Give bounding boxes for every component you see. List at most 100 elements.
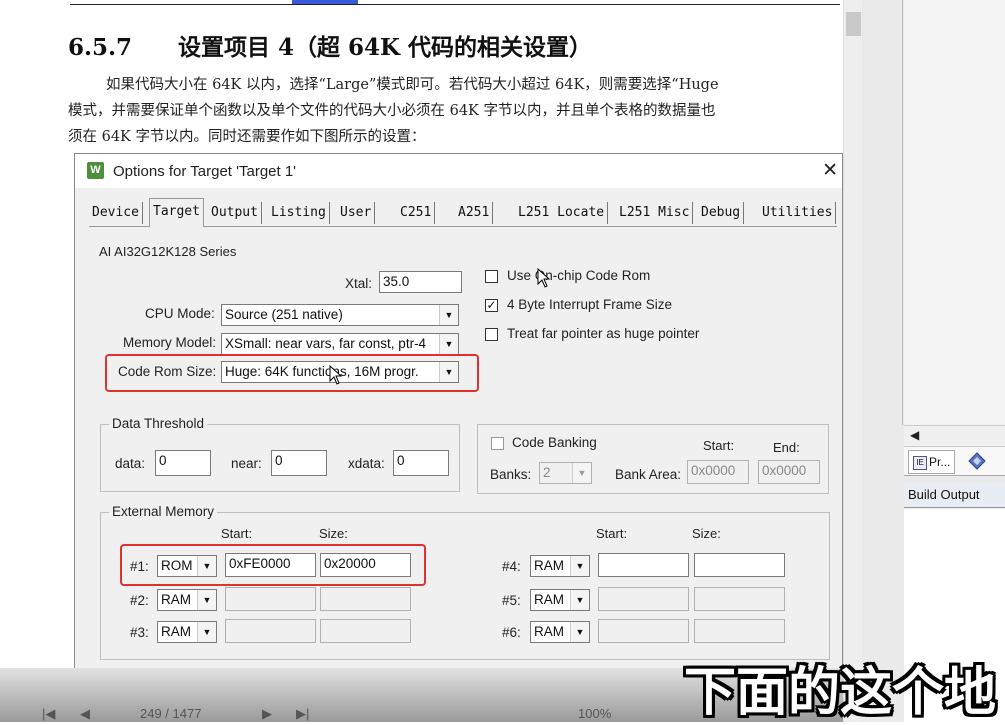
header-link-underline bbox=[292, 0, 358, 4]
dialog-tabs: Device Target Output Listing User C251 A… bbox=[89, 198, 837, 227]
ext-size-label-left: Size: bbox=[319, 526, 348, 541]
ext-row-3-label: #3: bbox=[130, 625, 149, 640]
project-icon: IE bbox=[913, 455, 927, 470]
ext-start-label-right: Start: bbox=[596, 526, 628, 541]
build-output-header: Build Output bbox=[904, 482, 1005, 508]
tab-l251-locate[interactable]: L251 Locate bbox=[515, 202, 609, 224]
ext-row-3-size-input[interactable] bbox=[320, 619, 411, 643]
ext-row-2-start-input[interactable] bbox=[225, 587, 316, 611]
last-page-icon[interactable]: ▶| bbox=[296, 706, 309, 722]
scrollbar-thumb[interactable] bbox=[846, 12, 861, 36]
tab-l251-misc[interactable]: L251 Misc bbox=[616, 202, 694, 224]
bank-area-label: Bank Area: bbox=[615, 467, 682, 482]
paragraph-line-2: 模式，并需要保证单个函数以及单个文件的代码大小必须在 64K 字节以内，并且单个… bbox=[68, 103, 716, 119]
ext-row-4-size-input[interactable] bbox=[694, 553, 785, 577]
tab-c251[interactable]: C251 bbox=[397, 202, 436, 224]
tab-a251[interactable]: A251 bbox=[455, 202, 494, 224]
use-on-chip-rom-checkbox[interactable] bbox=[485, 270, 498, 283]
options-dialog: W Options for Target 'Target 1' ✕ Device… bbox=[74, 153, 843, 683]
device-name: AI AI32G12K128 Series bbox=[99, 244, 237, 259]
xtal-input[interactable]: 35.0 bbox=[379, 271, 462, 293]
ext-row-5-label: #5: bbox=[502, 593, 521, 608]
ext-row-5-start-input[interactable] bbox=[598, 587, 689, 611]
scroll-left-icon[interactable]: ◀ bbox=[910, 428, 919, 442]
banks-value: 2 bbox=[543, 465, 551, 480]
panel-tabs: IE Pr... bbox=[904, 447, 1005, 476]
ext-row-4-type: RAM bbox=[534, 558, 564, 573]
xdata-label: xdata: bbox=[348, 456, 385, 471]
data-threshold-title: Data Threshold bbox=[109, 416, 208, 431]
tab-listing[interactable]: Listing bbox=[268, 202, 330, 224]
dialog-titlebar: W Options for Target 'Target 1' ✕ bbox=[75, 154, 842, 188]
code-banking-label: Code Banking bbox=[512, 435, 597, 450]
first-page-icon[interactable]: |◀ bbox=[42, 706, 55, 722]
use-on-chip-rom-label: Use On-chip Code Rom bbox=[507, 268, 651, 283]
tab-utilities[interactable]: Utilities bbox=[759, 202, 837, 224]
memory-model-value: XSmall: near vars, far const, ptr-4 bbox=[225, 336, 427, 351]
section-heading: 6.5.7 设置项目 4（超 64K 代码的相关设置） bbox=[68, 28, 592, 62]
zoom-level[interactable]: 100% bbox=[578, 706, 611, 721]
chevron-down-icon: ▼ bbox=[570, 556, 589, 576]
ext-row-3-start-input[interactable] bbox=[225, 619, 316, 643]
tab-project-label: Pr... bbox=[929, 455, 951, 469]
ext-row-2-size-input[interactable] bbox=[320, 587, 411, 611]
ext-row-4-start-input[interactable] bbox=[598, 553, 689, 577]
books-icon[interactable] bbox=[966, 450, 988, 472]
near-threshold-input[interactable]: 0 bbox=[271, 450, 327, 476]
mouse-cursor-icon bbox=[329, 365, 343, 385]
banks-select[interactable]: 2 ▼ bbox=[539, 462, 592, 484]
ext-row-6-start-input[interactable] bbox=[598, 619, 689, 643]
cpu-mode-select[interactable]: Source (251 native) ▼ bbox=[221, 304, 459, 326]
bank-start-label: Start: bbox=[703, 438, 735, 453]
data-label: data: bbox=[115, 456, 146, 471]
page-indicator[interactable]: 249 / 1477 bbox=[140, 706, 201, 721]
chevron-down-icon: ▼ bbox=[197, 590, 216, 610]
ext-row-5-size-input[interactable] bbox=[694, 587, 785, 611]
tab-project[interactable]: IE Pr... bbox=[908, 450, 956, 474]
ext-row-5-type: RAM bbox=[534, 592, 564, 607]
section-title: 设置项目 4（超 64K 代码的相关设置） bbox=[178, 34, 593, 61]
interrupt-frame-checkbox[interactable]: ✓ bbox=[485, 299, 498, 312]
document-scrollbar[interactable] bbox=[843, 0, 863, 722]
ext-row-2-type-select[interactable]: RAM ▼ bbox=[157, 589, 217, 611]
xtal-label: Xtal: bbox=[345, 276, 373, 291]
data-threshold-input[interactable]: 0 bbox=[155, 450, 211, 476]
highlight-code-rom-size bbox=[105, 354, 479, 392]
tab-user[interactable]: User bbox=[337, 202, 376, 224]
tab-output[interactable]: Output bbox=[208, 202, 262, 224]
video-subtitle: 下面的这个地 bbox=[684, 664, 997, 722]
ext-row-4-type-select[interactable]: RAM ▼ bbox=[530, 555, 590, 577]
bank-start-input[interactable]: 0x0000 bbox=[687, 460, 749, 484]
ext-row-2-type: RAM bbox=[161, 592, 191, 607]
ide-side-panel: ◀ IE Pr... Build Output bbox=[862, 0, 1005, 722]
document-page: 6.5.7 设置项目 4（超 64K 代码的相关设置） 如果代码大小在 64K 以… bbox=[0, 0, 843, 722]
close-icon[interactable]: ✕ bbox=[822, 159, 838, 182]
cpu-mode-label: CPU Mode: bbox=[145, 306, 215, 321]
next-page-icon[interactable]: ▶ bbox=[262, 706, 272, 722]
xdata-threshold-input[interactable]: 0 bbox=[393, 450, 449, 476]
dialog-title: Options for Target 'Target 1' bbox=[113, 163, 297, 180]
prev-page-icon[interactable]: ◀ bbox=[80, 706, 90, 722]
banks-label: Banks: bbox=[490, 467, 532, 482]
ext-row-6-size-input[interactable] bbox=[694, 619, 785, 643]
ext-row-6-type: RAM bbox=[534, 624, 564, 639]
interrupt-frame-label: 4 Byte Interrupt Frame Size bbox=[507, 297, 673, 312]
ext-row-6-type-select[interactable]: RAM ▼ bbox=[530, 621, 590, 643]
tab-device[interactable]: Device bbox=[89, 202, 143, 224]
bank-end-label: End: bbox=[773, 440, 800, 455]
panel-hscrollbar[interactable]: ◀ bbox=[904, 425, 1005, 447]
memory-model-select[interactable]: XSmall: near vars, far const, ptr-4 ▼ bbox=[221, 333, 459, 355]
ext-start-label-left: Start: bbox=[221, 526, 253, 541]
tab-target[interactable]: Target bbox=[149, 198, 204, 227]
ext-row-3-type-select[interactable]: RAM ▼ bbox=[157, 621, 217, 643]
project-tree-area bbox=[904, 0, 1005, 425]
chevron-down-icon: ▼ bbox=[439, 305, 458, 325]
chevron-down-icon: ▼ bbox=[570, 622, 589, 642]
tab-debug[interactable]: Debug bbox=[698, 202, 745, 224]
code-banking-checkbox[interactable] bbox=[491, 437, 504, 450]
header-rule bbox=[70, 4, 840, 5]
chevron-down-icon: ▼ bbox=[197, 622, 216, 642]
ext-row-5-type-select[interactable]: RAM ▼ bbox=[530, 589, 590, 611]
far-pointer-checkbox[interactable] bbox=[485, 328, 498, 341]
bank-end-input[interactable]: 0x0000 bbox=[758, 460, 820, 484]
